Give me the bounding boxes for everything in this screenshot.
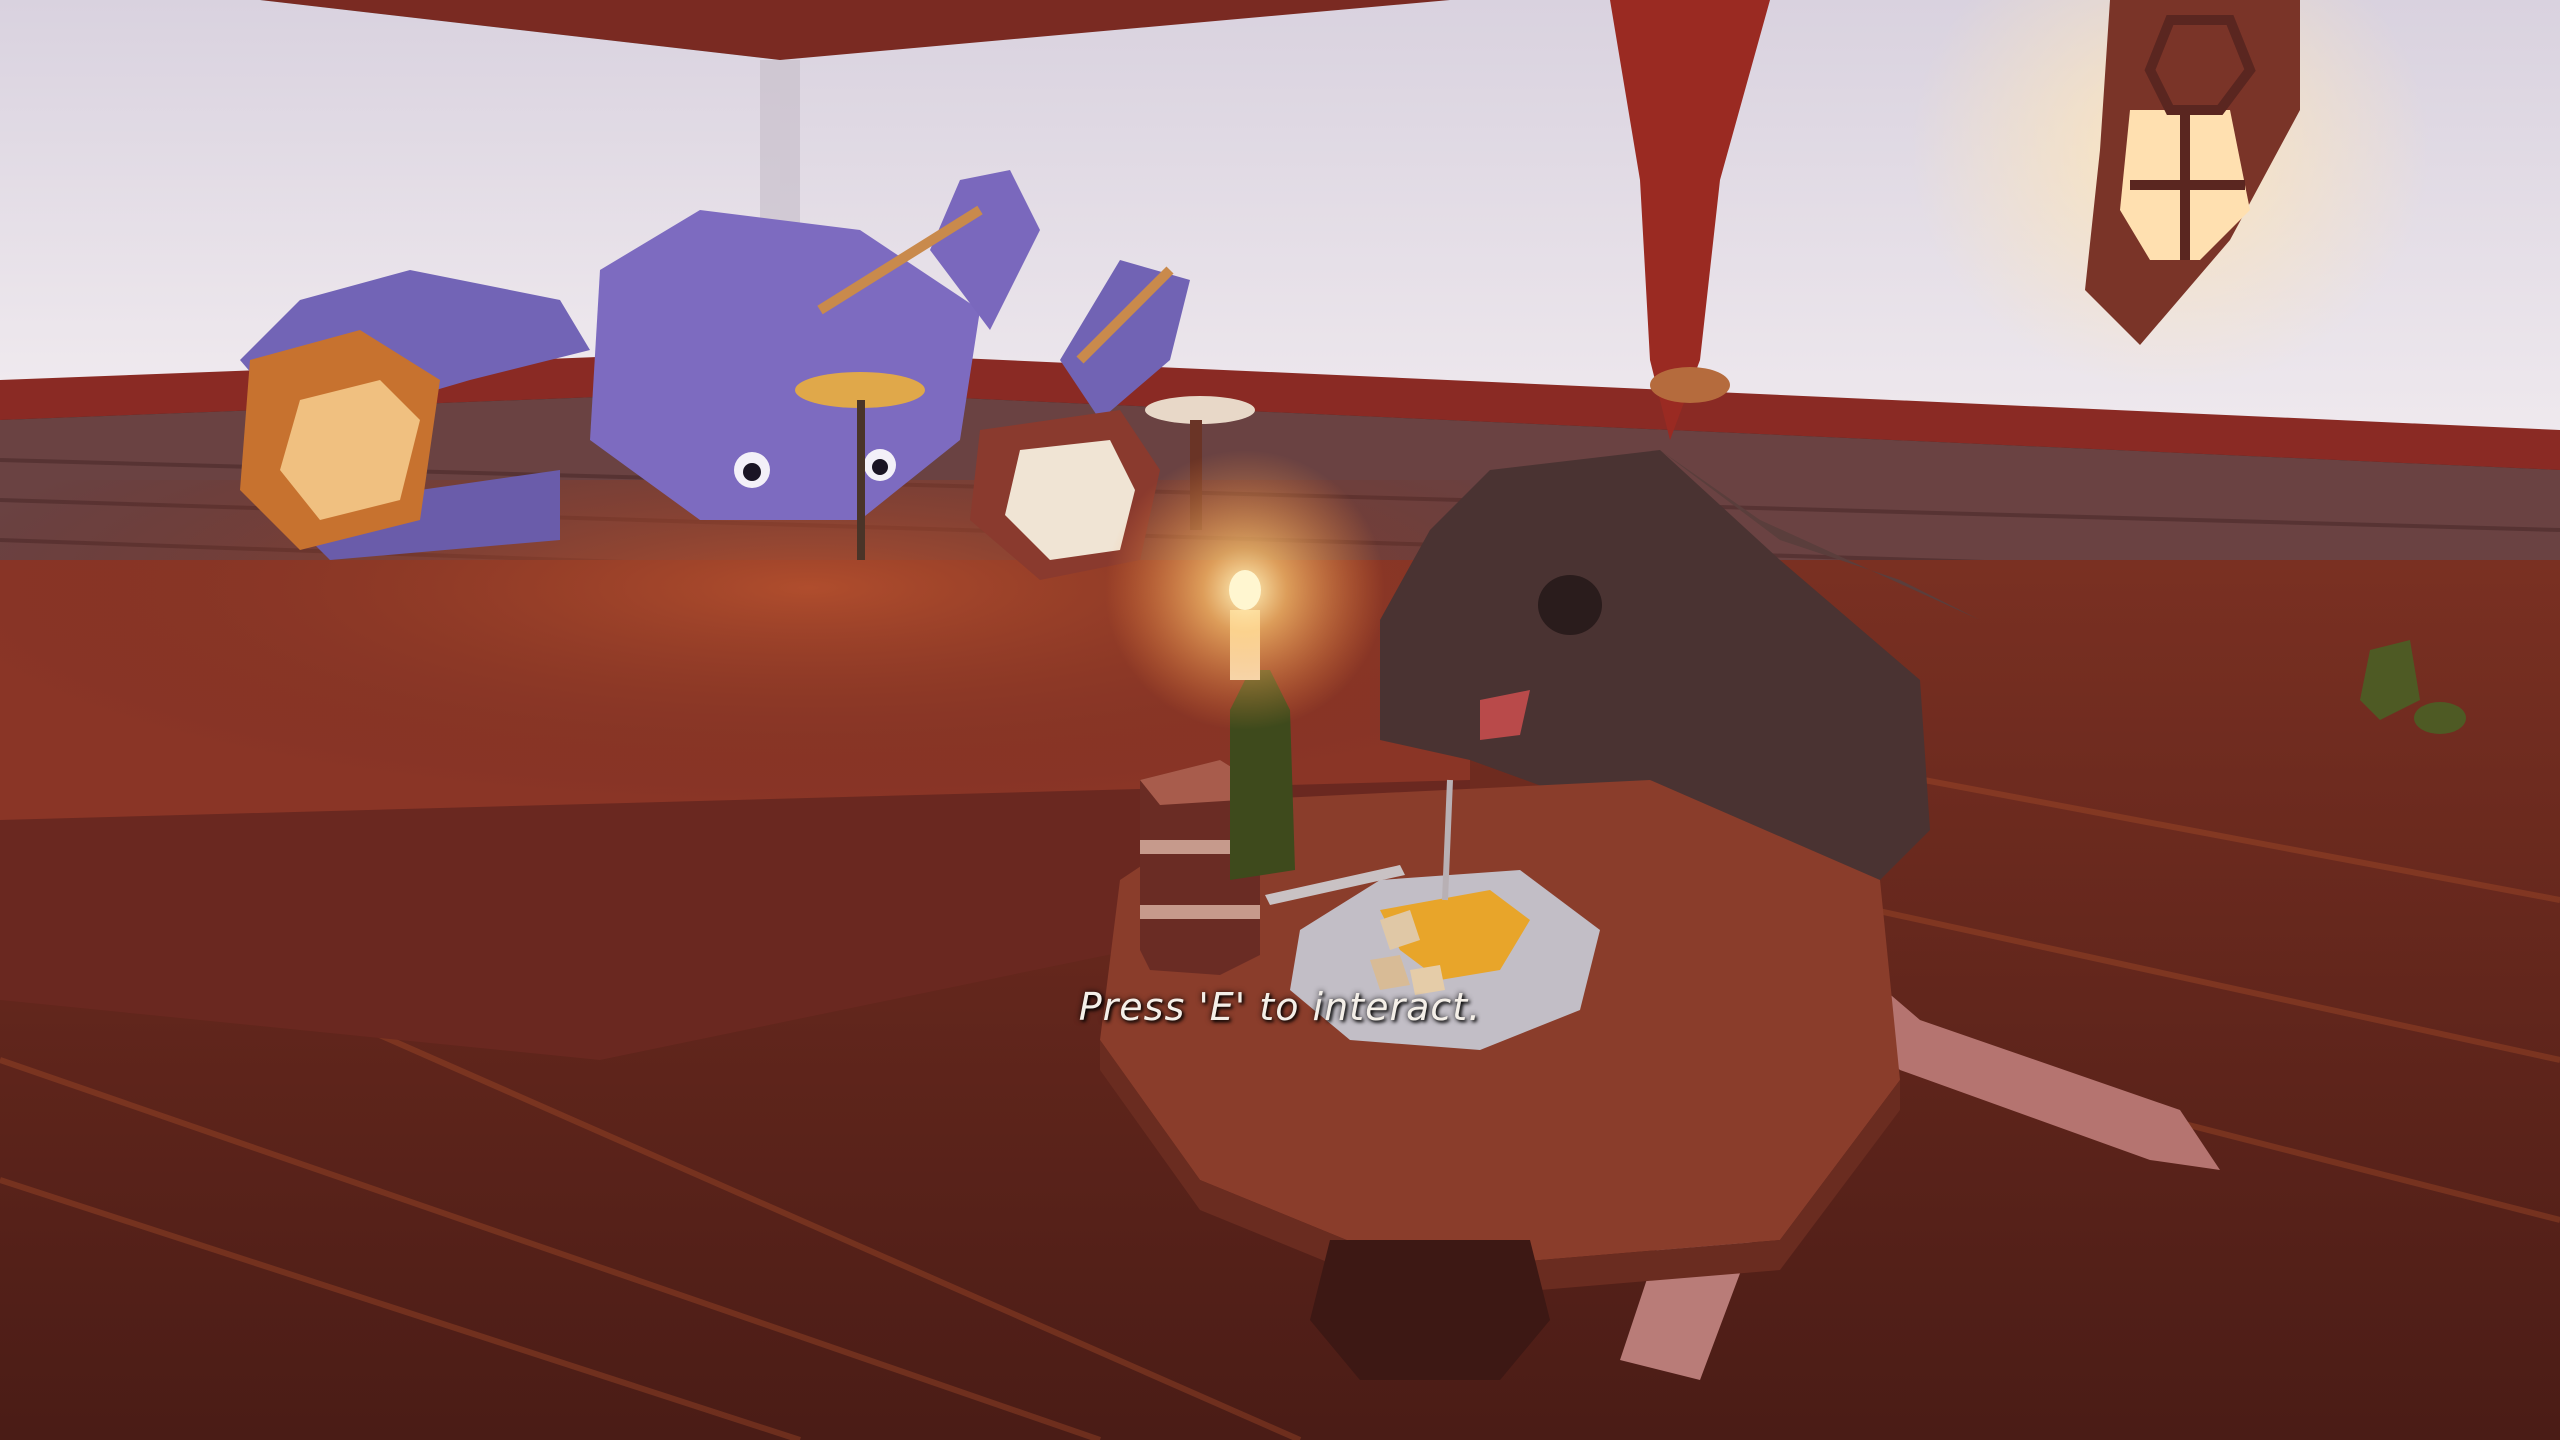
game-viewport[interactable]: Press 'E' to interact. (0, 0, 2560, 1440)
interact-prompt: Press 'E' to interact. (1078, 985, 1482, 1029)
curtain-tie (1650, 367, 1730, 403)
scene-backdrop (0, 0, 2560, 1440)
